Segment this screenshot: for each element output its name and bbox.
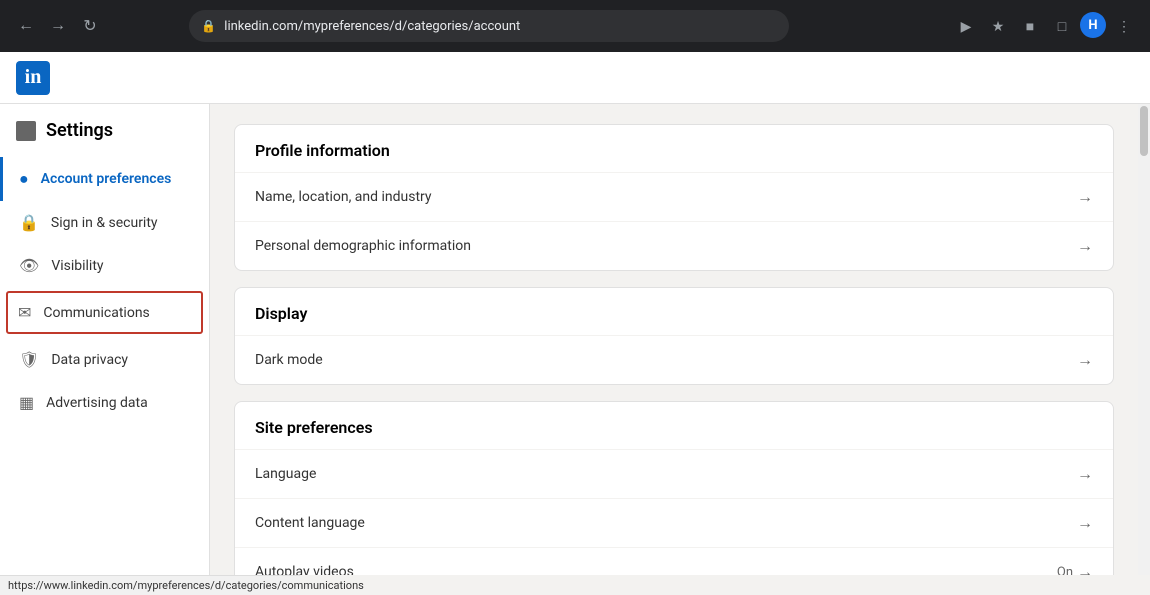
sidebar-item-label-advertising-data: Advertising data [46, 395, 148, 411]
settings-header: Settings [0, 120, 209, 157]
personal-demographic-label: Personal demographic information [255, 238, 471, 254]
sidebar-item-label-visibility: Visibility [51, 258, 103, 274]
name-location-arrow: → [1077, 187, 1093, 207]
autoplay-videos-value: On [1057, 565, 1073, 576]
personal-demographic-item[interactable]: Personal demographic information → [235, 221, 1113, 270]
extensions-button[interactable]: ■ [1016, 12, 1044, 40]
site-preferences-title: Site preferences [235, 402, 1113, 449]
language-arrow: → [1077, 464, 1093, 484]
profile-avatar[interactable]: H [1080, 12, 1106, 38]
sidebar: Settings ● Account preferences 🔒 Sign in… [0, 104, 210, 575]
scrollbar-thumb[interactable] [1140, 106, 1148, 156]
linkedin-header: in [0, 52, 1150, 104]
name-location-industry-item[interactable]: Name, location, and industry → [235, 172, 1113, 221]
nav-buttons: ← → ↻ [12, 12, 104, 40]
autoplay-videos-arrow: → [1077, 562, 1093, 575]
sidebar-item-label-account-preferences: Account preferences [41, 171, 172, 187]
main-layout: Settings ● Account preferences 🔒 Sign in… [0, 104, 1150, 575]
sidebar-item-label-communications: Communications [43, 305, 149, 321]
refresh-button[interactable]: ↻ [76, 12, 104, 40]
scrollbar-track[interactable] [1138, 104, 1150, 575]
name-location-label: Name, location, and industry [255, 189, 432, 205]
language-label: Language [255, 466, 316, 482]
content-language-label: Content language [255, 515, 365, 531]
sidebar-nav: ● Account preferences 🔒 Sign in & securi… [0, 157, 209, 424]
site-preferences-section: Site preferences Language → Content lang… [234, 401, 1114, 575]
sign-in-security-icon: 🔒 [19, 213, 39, 232]
autoplay-videos-label: Autoplay videos [255, 564, 354, 575]
settings-title: Settings [46, 120, 113, 141]
profile-information-title: Profile information [235, 125, 1113, 172]
display-title: Display [235, 288, 1113, 335]
visibility-icon: 👁 [19, 256, 39, 275]
sidebar-item-label-data-privacy: Data privacy [51, 352, 128, 368]
sidebar-item-communications[interactable]: ✉ Communications [6, 291, 203, 334]
browser-chrome: ← → ↻ 🔒 linkedin.com/mypreferences/d/cat… [0, 0, 1150, 52]
menu-button[interactable]: ⋮ [1110, 12, 1138, 40]
url-text: linkedin.com/mypreferences/d/categories/… [224, 19, 520, 34]
cast-button[interactable]: ▶ [952, 12, 980, 40]
data-privacy-icon: 🛡 [19, 350, 39, 369]
status-url: https://www.linkedin.com/mypreferences/d… [8, 579, 364, 592]
autoplay-videos-item[interactable]: Autoplay videos On → [235, 547, 1113, 575]
dark-mode-item[interactable]: Dark mode → [235, 335, 1113, 384]
display-section: Display Dark mode → [234, 287, 1114, 385]
sidebar-item-label-sign-in-security: Sign in & security [51, 215, 158, 231]
split-screen-button[interactable]: □ [1048, 12, 1076, 40]
advertising-data-icon: ▦ [19, 393, 34, 412]
lock-icon: 🔒 [201, 19, 216, 33]
address-bar[interactable]: 🔒 linkedin.com/mypreferences/d/categorie… [189, 10, 789, 42]
dark-mode-label: Dark mode [255, 352, 323, 368]
status-bar: https://www.linkedin.com/mypreferences/d… [0, 575, 300, 595]
sidebar-item-sign-in-security[interactable]: 🔒 Sign in & security [0, 201, 209, 244]
sidebar-item-advertising-data[interactable]: ▦ Advertising data [0, 381, 209, 424]
profile-information-section: Profile information Name, location, and … [234, 124, 1114, 271]
autoplay-videos-right: On → [1057, 562, 1093, 575]
forward-button[interactable]: → [44, 12, 72, 40]
account-preferences-icon: ● [19, 169, 29, 189]
content-area: Profile information Name, location, and … [210, 104, 1138, 575]
personal-demographic-arrow: → [1077, 236, 1093, 256]
dark-mode-arrow: → [1077, 350, 1093, 370]
settings-icon [16, 121, 36, 141]
sidebar-item-data-privacy[interactable]: 🛡 Data privacy [0, 338, 209, 381]
language-item[interactable]: Language → [235, 449, 1113, 498]
sidebar-item-account-preferences[interactable]: ● Account preferences [0, 157, 209, 201]
linkedin-logo[interactable]: in [16, 61, 50, 95]
sidebar-item-visibility[interactable]: 👁 Visibility [0, 244, 209, 287]
back-button[interactable]: ← [12, 12, 40, 40]
communications-icon: ✉ [18, 303, 31, 322]
browser-actions: ▶ ★ ■ □ H ⋮ [952, 12, 1138, 40]
bookmark-button[interactable]: ★ [984, 12, 1012, 40]
content-language-arrow: → [1077, 513, 1093, 533]
content-language-item[interactable]: Content language → [235, 498, 1113, 547]
